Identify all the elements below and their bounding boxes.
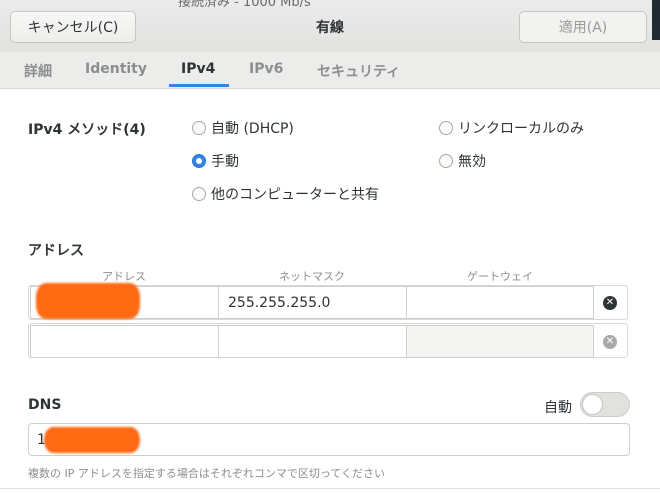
netmask-input[interactable] [218, 325, 407, 358]
apply-button[interactable]: 適用(A) [519, 11, 647, 43]
tab-details[interactable]: 詳細 [24, 61, 52, 81]
radio-label: 手動 [211, 154, 239, 170]
active-tab-indicator [169, 84, 229, 87]
radio-label: 自動 (DHCP) [211, 121, 294, 137]
toggle-knob[interactable] [582, 394, 603, 415]
column-header-gateway: ゲートウェイ [467, 270, 533, 283]
tab-security[interactable]: セキュリティ [317, 61, 400, 81]
dns-auto-label: 自動 [544, 400, 572, 416]
radio-indicator-checked[interactable] [192, 154, 206, 168]
tab-identity[interactable]: Identity [85, 61, 147, 77]
divider [0, 488, 660, 489]
header-bar: 接続済み - 1000 Mb/s キャンセル(C) 有線 適用(A) [0, 0, 660, 52]
dns-auto-toggle[interactable] [580, 392, 630, 417]
radio-label: 他のコンピューターと共有 [211, 187, 379, 203]
redaction-mark [36, 283, 140, 319]
address-section-label: アドレス [28, 243, 84, 259]
radio-indicator[interactable] [439, 154, 453, 168]
close-circle-icon[interactable]: ✕ [603, 296, 617, 310]
gateway-input[interactable] [406, 325, 594, 358]
radio-method-link-local[interactable]: リンクローカルのみ [439, 118, 584, 138]
radio-method-shared[interactable]: 他のコンピューターと共有 [192, 184, 379, 204]
network-settings-dialog: 接続済み - 1000 Mb/s キャンセル(C) 有線 適用(A) 詳細 Id… [0, 0, 660, 494]
radio-label: リンクローカルのみ [458, 121, 584, 137]
gateway-input[interactable] [406, 286, 594, 319]
address-input[interactable] [30, 325, 219, 358]
tab-ipv6[interactable]: IPv6 [249, 61, 283, 77]
column-header-netmask: ネットマスク [279, 270, 345, 283]
radio-indicator[interactable] [192, 121, 206, 135]
dns-hint: 複数の IP アドレスを指定する場合はそれぞれコンマで区切ってください [28, 467, 385, 480]
tab-ipv4[interactable]: IPv4 [181, 61, 215, 77]
netmask-input[interactable]: 255.255.255.0 [218, 286, 407, 319]
background-window-text: 接続済み - 1000 Mb/s [178, 0, 311, 10]
radio-indicator[interactable] [192, 187, 206, 201]
radio-indicator[interactable] [439, 121, 453, 135]
close-circle-icon[interactable]: ✕ [603, 335, 617, 349]
tab-bar: 詳細 Identity IPv4 IPv6 セキュリティ [0, 52, 660, 89]
radio-method-manual[interactable]: 手動 [192, 151, 239, 171]
radio-method-disabled[interactable]: 無効 [439, 151, 486, 171]
radio-method-dhcp[interactable]: 自動 (DHCP) [192, 118, 294, 138]
column-header-address: アドレス [102, 270, 146, 283]
redaction-mark [44, 427, 140, 453]
dns-section-label: DNS [28, 397, 62, 413]
ipv4-method-label: IPv4 メソッド(4) [28, 122, 146, 138]
radio-label: 無効 [458, 154, 486, 170]
